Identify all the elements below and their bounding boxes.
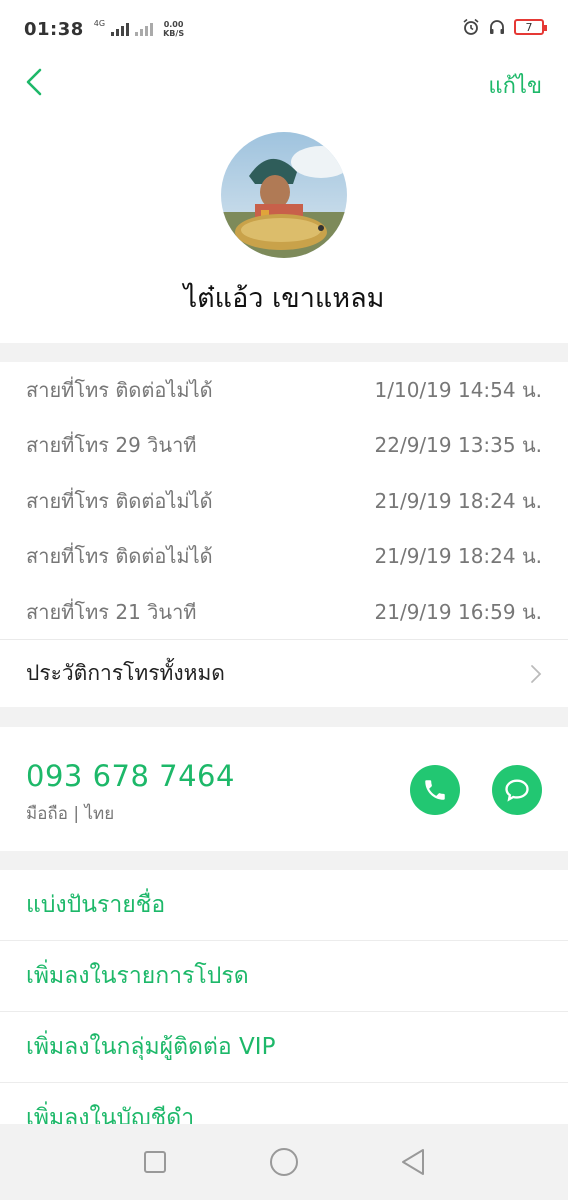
battery-icon: 7	[514, 19, 547, 35]
circle-icon	[269, 1148, 298, 1176]
avatar-photo	[221, 132, 347, 258]
call-log-list: สายที่โทร ติดต่อไม่ได้ 1/10/19 14:54 น. …	[0, 362, 568, 640]
message-icon	[505, 779, 529, 802]
edit-button[interactable]: แก้ไข	[488, 68, 542, 103]
section-divider	[0, 343, 568, 362]
back-button[interactable]	[14, 62, 54, 102]
signal-strength-icon	[111, 22, 130, 36]
status-bar: 01:38 4G 0.00 KB/S 7	[0, 0, 568, 58]
add-to-favorites-button[interactable]: เพิ่มลงในรายการโปรด	[0, 941, 568, 1012]
call-log-item[interactable]: สายที่โทร ติดต่อไม่ได้ 1/10/19 14:54 น.	[0, 362, 568, 418]
add-to-vip-group-button[interactable]: เพิ่มลงในกลุ่มผู้ติดต่อ VIP	[0, 1012, 568, 1083]
phone-icon	[425, 780, 445, 800]
back-nav-button[interactable]	[393, 1142, 433, 1182]
call-time: 1/10/19 14:54 น.	[374, 377, 542, 402]
call-status: สายที่โทร 21 วินาที	[26, 599, 197, 624]
system-nav-bar	[0, 1124, 568, 1200]
headphones-icon	[490, 20, 504, 34]
contact-actions: แบ่งปันรายชื่อ เพิ่มลงในรายการโปรด เพิ่ม…	[0, 870, 568, 1154]
status-right-icons: 7	[462, 18, 547, 36]
signal-indicators: 4G 0.00 KB/S	[93, 18, 185, 39]
contact-name: ไต๋แอ้ว เขาแหลม	[183, 283, 385, 314]
network-type: 4G	[93, 18, 106, 28]
call-time: 22/9/19 13:35 น.	[374, 433, 542, 458]
header: แก้ไข	[0, 58, 568, 106]
share-contact-button[interactable]: แบ่งปันรายชื่อ	[0, 870, 568, 941]
section-divider	[0, 707, 568, 727]
call-log-item[interactable]: สายที่โทร 21 วินาที 21/9/19 16:59 น.	[0, 584, 568, 640]
avatar	[221, 132, 347, 258]
call-status: สายที่โทร ติดต่อไม่ได้	[26, 544, 213, 569]
recents-button[interactable]	[135, 1142, 175, 1182]
square-icon	[143, 1151, 166, 1173]
all-call-history-label: ประวัติการโทรทั้งหมด	[26, 661, 225, 685]
all-call-history-row[interactable]: ประวัติการโทรทั้งหมด	[0, 639, 568, 707]
call-time: 21/9/19 18:24 น.	[374, 488, 542, 513]
call-button[interactable]	[410, 765, 460, 815]
call-status: สายที่โทร ติดต่อไม่ได้	[26, 377, 213, 402]
call-log-item[interactable]: สายที่โทร 29 วินาที 22/9/19 13:35 น.	[0, 418, 568, 474]
home-button[interactable]	[264, 1142, 304, 1182]
call-log-item[interactable]: สายที่โทร ติดต่อไม่ได้ 21/9/19 18:24 น.	[0, 529, 568, 585]
triangle-back-icon	[402, 1149, 425, 1175]
phone-section: 093 678 7464 มือถือ | ไทย	[0, 727, 568, 851]
call-time: 21/9/19 16:59 น.	[374, 599, 542, 624]
phone-type-label: มือถือ | ไทย	[26, 804, 115, 824]
call-status: สายที่โทร ติดต่อไม่ได้	[26, 488, 213, 513]
phone-number[interactable]: 093 678 7464	[26, 759, 235, 793]
signal-strength-2-icon	[135, 22, 154, 36]
alarm-icon	[463, 18, 479, 35]
chevron-right-icon	[531, 664, 542, 683]
status-time: 01:38	[24, 18, 84, 40]
chevron-left-icon	[26, 68, 42, 96]
network-speed: 0.00 KB/S	[163, 20, 185, 38]
message-button[interactable]	[492, 765, 542, 815]
call-time: 21/9/19 18:24 น.	[374, 544, 542, 569]
section-divider	[0, 851, 568, 870]
call-status: สายที่โทร 29 วินาที	[26, 433, 197, 458]
call-log-item[interactable]: สายที่โทร ติดต่อไม่ได้ 21/9/19 18:24 น.	[0, 473, 568, 529]
